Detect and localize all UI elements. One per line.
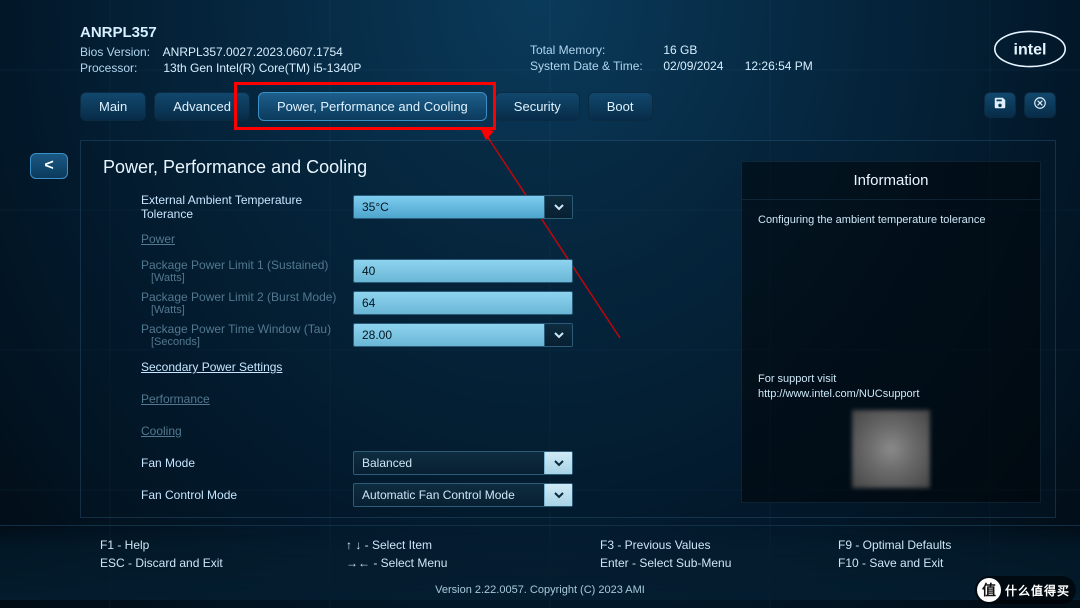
intel-logo: intel: [990, 24, 1070, 74]
page-panel: Power, Performance and Cooling External …: [80, 140, 1056, 518]
fan-mode-label: Fan Mode: [103, 456, 353, 470]
key-hint-f3: F3 - Previous Values: [600, 536, 731, 554]
info-thumbnail: [852, 410, 930, 488]
fan-ctrl-dropdown[interactable]: Automatic Fan Control Mode: [353, 483, 573, 507]
tab-power-performance-cooling[interactable]: Power, Performance and Cooling: [258, 92, 487, 121]
ppl2-label: Package Power Limit 2 (Burst Mode)[Watts…: [103, 290, 353, 316]
key-hint-leftright: →← - Select Menu: [346, 554, 447, 572]
total-memory-value: 16 GB: [663, 43, 697, 57]
close-icon: [1033, 96, 1047, 115]
watermark-glyph: 值: [977, 578, 1001, 602]
chevron-down-icon: [544, 324, 572, 346]
watermark: 值 什么值得买: [975, 576, 1076, 604]
product-name: ANRPL357: [80, 24, 361, 42]
chevron-down-icon: [544, 452, 572, 474]
pptw-label: Package Power Time Window (Tau)[Seconds]: [103, 322, 353, 348]
save-icon: [993, 96, 1007, 115]
fan-ctrl-label: Fan Control Mode: [103, 488, 353, 502]
info-support: For support visit http://www.intel.com/N…: [758, 372, 919, 402]
datetime-label: System Date & Time:: [530, 58, 660, 74]
tab-main[interactable]: Main: [80, 92, 146, 121]
secondary-power-link[interactable]: Secondary Power Settings: [103, 360, 353, 374]
back-button[interactable]: <: [30, 153, 68, 179]
key-hint-esc: ESC - Discard and Exit: [100, 554, 223, 572]
exit-button[interactable]: [1024, 92, 1056, 118]
ppl2-value: 64: [362, 296, 375, 310]
total-memory-label: Total Memory:: [530, 42, 660, 58]
back-button-label: <: [44, 157, 53, 175]
key-hint-f9: F9 - Optimal Defaults: [838, 536, 951, 554]
ppl1-value: 40: [362, 264, 375, 278]
save-button[interactable]: [984, 92, 1016, 118]
date-value: 02/09/2024: [663, 59, 723, 73]
fan-mode-dropdown[interactable]: Balanced: [353, 451, 573, 475]
tab-security[interactable]: Security: [495, 92, 580, 121]
processor-label: Processor:: [80, 60, 160, 76]
page-title: Power, Performance and Cooling: [103, 157, 719, 178]
ppl2-input[interactable]: 64: [353, 291, 573, 315]
fan-mode-value: Balanced: [362, 456, 412, 470]
chevron-down-icon: [544, 196, 572, 218]
watermark-text: 什么值得买: [1005, 582, 1070, 599]
power-section: Power: [103, 232, 353, 246]
ext-temp-label: External Ambient Temperature Tolerance: [103, 193, 353, 221]
ext-temp-value: 35°C: [362, 200, 389, 214]
key-hint-f1: F1 - Help: [100, 536, 223, 554]
info-body-text: Configuring the ambient temperature tole…: [758, 214, 1024, 226]
ppl1-input[interactable]: 40: [353, 259, 573, 283]
svg-text:intel: intel: [1014, 42, 1047, 59]
fan-ctrl-value: Automatic Fan Control Mode: [362, 488, 515, 502]
processor-value: 13th Gen Intel(R) Core(TM) i5-1340P: [163, 61, 361, 75]
performance-section: Performance: [103, 392, 353, 406]
tab-advanced[interactable]: Advanced: [154, 92, 250, 121]
key-hint-enter: Enter - Select Sub-Menu: [600, 554, 731, 572]
pptw-dropdown[interactable]: 28.00: [353, 323, 573, 347]
header: ANRPL357 Bios Version: ANRPL357.0027.202…: [80, 24, 1040, 74]
tab-boot[interactable]: Boot: [588, 92, 653, 121]
tabs: Main Advanced Power, Performance and Coo…: [80, 92, 653, 121]
bios-version-value: ANRPL357.0027.2023.0607.1754: [163, 45, 343, 59]
chevron-down-icon: [544, 484, 572, 506]
ext-temp-dropdown[interactable]: 35°C: [353, 195, 573, 219]
info-title: Information: [742, 162, 1040, 200]
ppl1-label: Package Power Limit 1 (Sustained)[Watts]: [103, 258, 353, 284]
key-hint-f10: F10 - Save and Exit: [838, 554, 951, 572]
key-hint-updown: ↑ ↓ - Select Item: [346, 536, 447, 554]
footer: F1 - Help ESC - Discard and Exit ↑ ↓ - S…: [0, 525, 1080, 600]
info-panel: Information Configuring the ambient temp…: [741, 161, 1041, 503]
pptw-value: 28.00: [362, 328, 392, 342]
footer-version: Version 2.22.0057. Copyright (C) 2023 AM…: [0, 584, 1080, 596]
cooling-section: Cooling: [103, 424, 353, 438]
time-value: 12:26:54 PM: [745, 59, 813, 73]
bios-version-label: Bios Version:: [80, 44, 160, 60]
